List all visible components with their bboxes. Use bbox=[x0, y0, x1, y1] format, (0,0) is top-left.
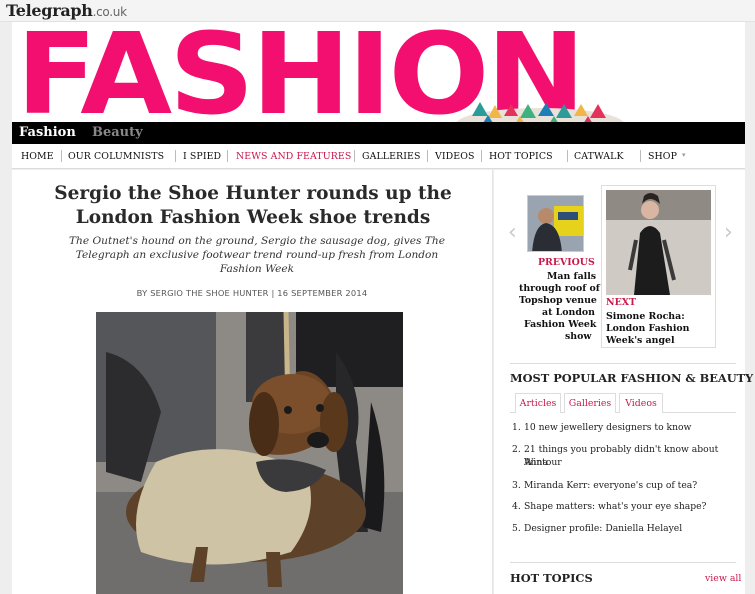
nav-divider bbox=[567, 150, 568, 162]
previous-title-line: Man falls bbox=[547, 271, 597, 282]
tab-beauty[interactable]: Beauty bbox=[92, 125, 143, 140]
next-article-card[interactable]: NEXT Simone Rocha: London Fashion Week's… bbox=[601, 185, 716, 348]
nav-divider bbox=[175, 150, 176, 162]
tab-galleries[interactable]: Galleries bbox=[564, 393, 616, 413]
previous-title-line: show bbox=[565, 331, 592, 342]
chevron-left-icon[interactable]: ‹ bbox=[508, 220, 517, 245]
telegraph-logo[interactable]: Telegraph.co.uk bbox=[6, 1, 127, 20]
page: Telegraph.co.uk FASHION Fashion Beauty H… bbox=[0, 0, 755, 594]
sidebar: ‹ PREVIOUS Man falls through roof of Top… bbox=[494, 170, 753, 594]
previous-title-line: Fashion Week bbox=[524, 319, 597, 330]
next-article-thumbnail[interactable] bbox=[606, 190, 711, 295]
item-title[interactable]: Miranda Kerr: everyone's cup of tea? bbox=[524, 480, 734, 493]
nav-galleries[interactable]: GALLERIES bbox=[362, 151, 420, 162]
item-title[interactable]: Wintour bbox=[524, 457, 734, 470]
previous-title-line: Topshop venue bbox=[519, 295, 597, 306]
tab-videos[interactable]: Videos bbox=[619, 393, 663, 413]
nav-divider bbox=[427, 150, 428, 162]
nav-divider bbox=[354, 150, 355, 162]
item-number: 1. bbox=[512, 422, 521, 433]
item-title[interactable]: Shape matters: what's your eye shape? bbox=[524, 501, 734, 514]
nav-news-and-features[interactable]: NEWS AND FEATURES bbox=[236, 151, 351, 162]
nav-hot-topics[interactable]: HOT TOPICS bbox=[489, 151, 553, 162]
previous-article-thumbnail[interactable] bbox=[527, 195, 584, 252]
fashion-banner[interactable]: FASHION bbox=[12, 22, 745, 122]
divider bbox=[510, 562, 736, 563]
logo-domain: .co.uk bbox=[92, 5, 127, 19]
nav-divider bbox=[61, 150, 62, 162]
nav-videos[interactable]: VIDEOS bbox=[435, 151, 475, 162]
nav-our-columnists[interactable]: OUR COLUMNISTS bbox=[68, 151, 164, 162]
item-number: 2. bbox=[512, 444, 521, 455]
chevron-right-icon[interactable]: › bbox=[724, 220, 733, 245]
divider bbox=[510, 363, 736, 364]
tab-fashion[interactable]: Fashion bbox=[19, 125, 76, 140]
nav-divider bbox=[640, 150, 641, 162]
most-popular-heading: MOST POPULAR FASHION & BEAUTY bbox=[510, 371, 754, 385]
nav-divider bbox=[227, 150, 228, 162]
next-title-line[interactable]: London Fashion bbox=[606, 323, 690, 335]
item-number: 5. bbox=[512, 523, 521, 534]
previous-label: PREVIOUS bbox=[538, 257, 595, 268]
next-thumbnail-image bbox=[606, 190, 711, 295]
most-popular-tabs: Articles Galleries Videos bbox=[510, 393, 736, 413]
logo-text: Telegraph bbox=[6, 1, 93, 20]
nav-divider bbox=[481, 150, 482, 162]
nav-home[interactable]: HOME bbox=[21, 151, 54, 162]
hot-topics-heading: HOT TOPICS bbox=[510, 571, 593, 585]
next-label: NEXT bbox=[606, 297, 636, 308]
nav-catwalk[interactable]: CATWALK bbox=[574, 151, 624, 162]
article-byline: BY SERGIO THE SHOE HUNTER | 16 SEPTEMBER… bbox=[136, 288, 368, 298]
item-number: 3. bbox=[512, 480, 521, 491]
item-title[interactable]: 10 new jewellery designers to know bbox=[524, 422, 734, 435]
article-headline: Sergio the Shoe Hunter rounds up the Lon… bbox=[54, 183, 452, 228]
previous-title-line: at London bbox=[542, 307, 595, 318]
next-title-line[interactable]: Week's angel bbox=[606, 335, 675, 347]
section-tabbar: Fashion Beauty bbox=[12, 122, 745, 144]
nav-i-spied[interactable]: I SPIED bbox=[183, 151, 221, 162]
main-nav: HOME OUR COLUMNISTS I SPIED NEWS AND FEA… bbox=[12, 144, 745, 169]
item-number: 4. bbox=[512, 501, 521, 512]
nav-shop[interactable]: SHOP bbox=[648, 151, 677, 162]
item-title[interactable]: Designer profile: Daniella Helayel bbox=[524, 523, 734, 536]
previous-thumbnail-image bbox=[528, 196, 583, 251]
previous-title-line: through roof of bbox=[519, 283, 600, 294]
tab-articles[interactable]: Articles bbox=[515, 393, 561, 413]
site-header: Telegraph.co.uk bbox=[0, 0, 755, 22]
chevron-down-icon[interactable]: ▾ bbox=[682, 151, 686, 159]
article-standfirst: The Outnet's hound on the ground, Sergio… bbox=[68, 235, 446, 275]
view-all-link[interactable]: view all bbox=[705, 573, 741, 584]
article-photo[interactable] bbox=[96, 312, 403, 594]
article: Sergio the Shoe Hunter rounds up the Lon… bbox=[12, 170, 493, 594]
shoe-illustration bbox=[456, 102, 624, 122]
next-title-line[interactable]: Simone Rocha: bbox=[606, 311, 685, 323]
